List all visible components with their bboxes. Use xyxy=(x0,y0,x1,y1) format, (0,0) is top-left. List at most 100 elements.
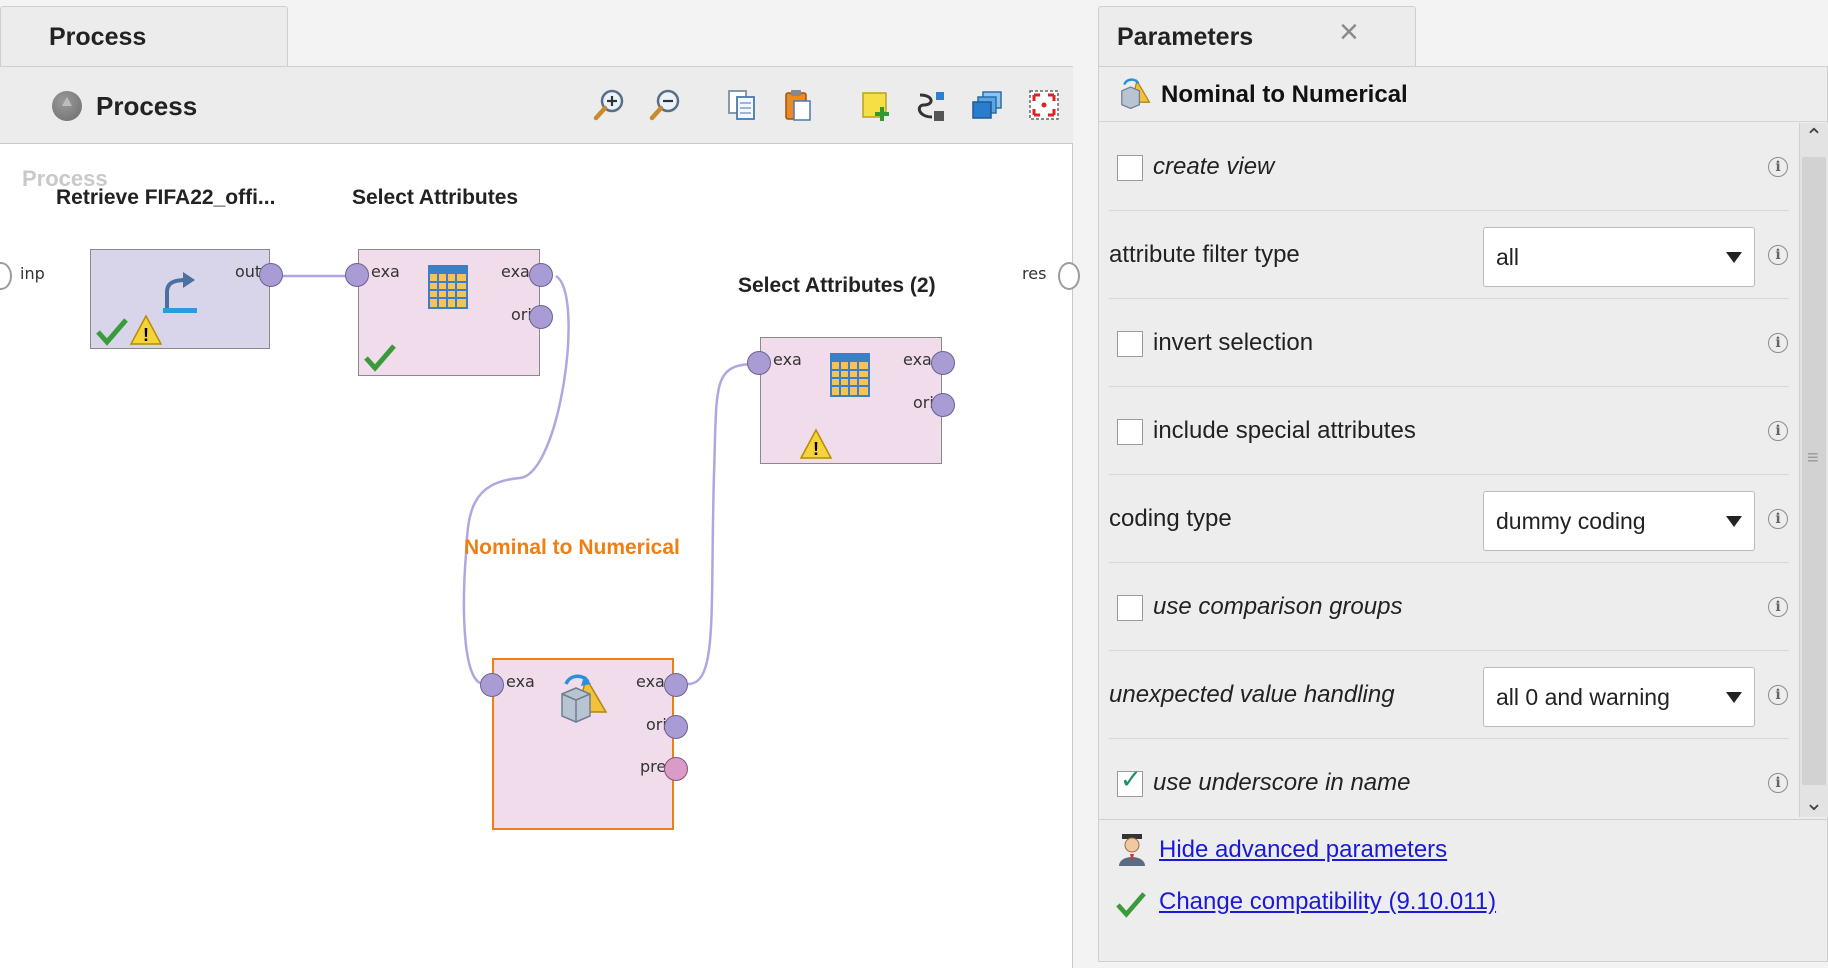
param-label: unexpected value handling xyxy=(1109,681,1395,708)
info-icon[interactable]: i xyxy=(1768,333,1788,353)
param-use-underscore-in-name: ✓ use underscore in name i xyxy=(1109,739,1789,827)
param-invert-selection: invert selection i xyxy=(1109,299,1789,387)
warning-icon: ! xyxy=(799,428,833,459)
operator-retrieve[interactable]: out ! xyxy=(90,249,283,349)
param-label: use comparison groups xyxy=(1153,593,1403,620)
fit-screen-icon[interactable] xyxy=(1026,87,1062,123)
tab-parameters-label: Parameters xyxy=(1117,23,1254,51)
process-result-port[interactable] xyxy=(1058,262,1080,290)
zoom-out-icon[interactable] xyxy=(648,87,684,123)
layers-icon[interactable] xyxy=(970,87,1006,123)
dropdown-arrow-icon xyxy=(1726,516,1742,527)
wire-nominal-to-select2 xyxy=(687,362,757,686)
port-select2-in[interactable] xyxy=(747,351,771,375)
chevron-up-icon[interactable]: ⌃ xyxy=(1804,126,1824,148)
chevron-down-icon[interactable]: ⌄ xyxy=(1804,792,1824,814)
operator-name-retrieve: Retrieve FIFA22_offi... xyxy=(56,186,276,209)
include-special-attributes-checkbox[interactable] xyxy=(1117,419,1143,445)
process-canvas[interactable]: Process inp res Retrieve FIFA22_offi... … xyxy=(0,144,1080,968)
warning-icon: ! xyxy=(129,314,163,345)
port-retrieve-out[interactable] xyxy=(259,263,283,287)
operator-select-attributes-2[interactable]: exa exa ori ! xyxy=(747,337,955,464)
port-label-exa-in: exa xyxy=(773,350,802,369)
param-label: include special attributes xyxy=(1153,417,1416,444)
table-icon xyxy=(830,353,870,397)
port-select2-ori-out[interactable] xyxy=(931,393,955,417)
port-label-exa-out: exa xyxy=(636,672,665,691)
dropdown-arrow-icon xyxy=(1726,692,1742,703)
port-select-exa-out[interactable] xyxy=(529,263,553,287)
param-coding-type: coding type dummy coding i xyxy=(1109,475,1789,563)
port-label-exa-in: exa xyxy=(371,262,400,281)
param-unexpected-value-handling: unexpected value handling all 0 and warn… xyxy=(1109,651,1789,739)
port-select2-exa-out[interactable] xyxy=(931,351,955,375)
select-value: dummy coding xyxy=(1496,508,1646,534)
port-nominal-exa-out[interactable] xyxy=(664,673,688,697)
copy-icon[interactable] xyxy=(724,87,760,123)
zoom-in-icon[interactable] xyxy=(592,87,628,123)
info-icon[interactable]: i xyxy=(1768,773,1788,793)
svg-text:!: ! xyxy=(813,439,819,459)
up-arrow-icon[interactable] xyxy=(52,91,82,121)
port-label-out: out xyxy=(235,262,262,281)
param-attribute-filter-type: attribute filter type all i xyxy=(1109,211,1789,299)
nominal-to-numerical-icon xyxy=(561,674,608,723)
selected-operator-name: Nominal to Numerical xyxy=(1161,81,1408,108)
coding-type-select[interactable]: dummy coding xyxy=(1483,491,1755,551)
breadcrumb[interactable]: Process xyxy=(96,91,197,122)
port-select-in[interactable] xyxy=(345,263,369,287)
process-toolbar: Process xyxy=(0,66,1073,144)
parameters-header: Nominal to Numerical xyxy=(1099,67,1827,122)
info-icon[interactable]: i xyxy=(1768,597,1788,617)
info-icon[interactable]: i xyxy=(1768,509,1788,529)
add-note-icon[interactable] xyxy=(858,87,894,123)
param-label: create view xyxy=(1153,153,1275,180)
use-underscore-in-name-checkbox[interactable]: ✓ xyxy=(1117,764,1143,797)
port-label-pre: pre xyxy=(640,757,667,776)
param-label: coding type xyxy=(1109,505,1232,532)
table-icon xyxy=(428,265,468,309)
tab-parameters[interactable]: Parameters × xyxy=(1098,6,1416,66)
checkmark-icon: ✓ xyxy=(1120,764,1142,794)
checkmark-icon xyxy=(96,318,128,346)
change-compatibility-link[interactable]: Change compatibility (9.10.011) xyxy=(1159,888,1496,916)
port-nominal-pre-out[interactable] xyxy=(664,757,688,781)
nominal-to-numerical-icon xyxy=(1121,78,1151,110)
parameters-scrollbar[interactable]: ⌃ ⌄ xyxy=(1799,123,1828,817)
param-include-special-attributes: include special attributes i xyxy=(1109,387,1789,475)
tab-process[interactable]: Process xyxy=(0,6,288,66)
param-label: use underscore in name xyxy=(1153,769,1411,796)
select-value: all 0 and warning xyxy=(1496,684,1670,710)
process-input-label: inp xyxy=(20,264,45,283)
attribute-filter-type-select[interactable]: all xyxy=(1483,227,1755,287)
operator-select-attributes[interactable]: exa exa ori xyxy=(345,249,553,376)
port-label-exa-out: exa xyxy=(501,262,530,281)
auto-wire-icon[interactable] xyxy=(914,87,950,123)
port-nominal-in[interactable] xyxy=(480,673,504,697)
port-nominal-ori-out[interactable] xyxy=(664,715,688,739)
info-icon[interactable]: i xyxy=(1768,421,1788,441)
tab-process-label: Process xyxy=(49,23,147,51)
operator-name-select-attributes: Select Attributes xyxy=(352,186,519,209)
close-icon[interactable]: × xyxy=(1339,15,1359,49)
operator-nominal-to-numerical[interactable]: exa exa ori pre xyxy=(480,658,688,830)
parameters-panel: Nominal to Numerical create view i attri… xyxy=(1098,66,1828,962)
port-label-exa-out: exa xyxy=(903,350,932,369)
info-icon[interactable]: i xyxy=(1768,245,1788,265)
checkmark-icon xyxy=(1116,892,1146,918)
paste-icon[interactable] xyxy=(780,87,816,123)
checkmark-icon xyxy=(364,344,396,372)
scrollbar-thumb[interactable] xyxy=(1802,157,1826,785)
dropdown-arrow-icon xyxy=(1726,252,1742,263)
use-comparison-groups-checkbox[interactable] xyxy=(1117,595,1143,621)
param-create-view: create view i xyxy=(1109,123,1789,211)
param-use-comparison-groups: use comparison groups i xyxy=(1109,563,1789,651)
create-view-checkbox[interactable] xyxy=(1117,155,1143,181)
info-icon[interactable]: i xyxy=(1768,157,1788,177)
hide-advanced-parameters-link[interactable]: Hide advanced parameters xyxy=(1159,836,1447,864)
invert-selection-checkbox[interactable] xyxy=(1117,331,1143,357)
info-icon[interactable]: i xyxy=(1768,685,1788,705)
unexpected-value-handling-select[interactable]: all 0 and warning xyxy=(1483,667,1755,727)
port-select-ori-out[interactable] xyxy=(529,305,553,329)
parameters-footer: Hide advanced parameters Change compatib… xyxy=(1099,819,1827,962)
